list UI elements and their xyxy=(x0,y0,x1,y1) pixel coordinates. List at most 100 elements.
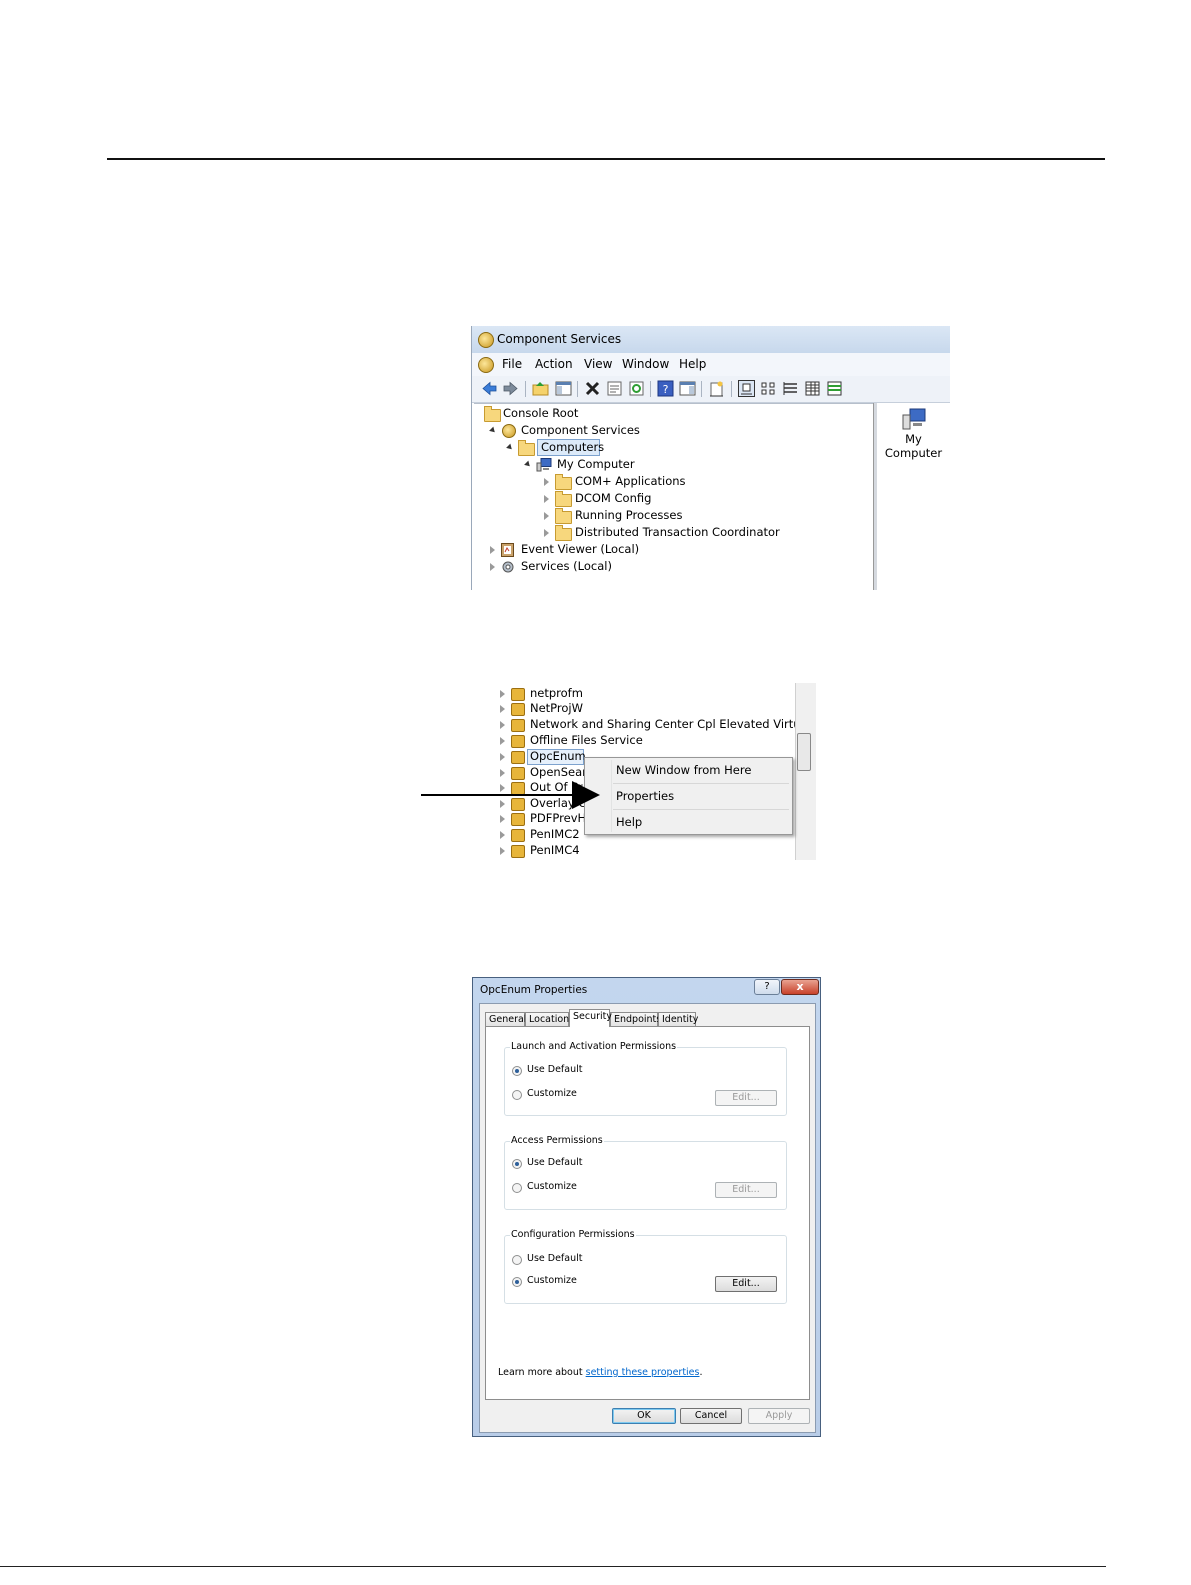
group-title: Access Permissions xyxy=(510,1135,604,1146)
vertical-scrollbar[interactable] xyxy=(795,683,816,860)
collapse-arrow-icon[interactable] xyxy=(524,460,532,469)
component-services-icon xyxy=(478,332,494,348)
component-services-window: Component Services File Action View Wind… xyxy=(471,326,950,590)
menu-help[interactable]: Help xyxy=(679,353,706,376)
component-icon xyxy=(511,767,525,780)
customize-radio[interactable] xyxy=(512,1183,522,1193)
expand-arrow-icon[interactable] xyxy=(500,847,505,855)
component-icon xyxy=(511,751,525,764)
use-default-radio[interactable] xyxy=(512,1159,522,1169)
component-icon xyxy=(511,829,525,842)
component-icon xyxy=(511,735,525,748)
system-menu-icon[interactable] xyxy=(478,357,494,373)
menu-item-properties[interactable]: Properties xyxy=(616,787,674,805)
small-icons-view-icon[interactable] xyxy=(760,380,777,397)
tab-general[interactable]: General xyxy=(485,1012,526,1026)
customize-radio[interactable] xyxy=(512,1090,522,1100)
toolbar-separator xyxy=(731,381,732,397)
menu-item-help[interactable]: Help xyxy=(616,813,642,831)
toolbar-separator xyxy=(577,381,578,397)
show-action-pane-icon[interactable] xyxy=(679,380,696,397)
expand-arrow-icon[interactable] xyxy=(500,831,505,839)
use-default-radio[interactable] xyxy=(512,1255,522,1265)
radio-label: Use Default xyxy=(527,1064,583,1075)
folder-icon xyxy=(555,508,572,524)
edit-button[interactable]: Edit... xyxy=(715,1276,777,1292)
component-icon xyxy=(511,703,525,716)
customize-radio[interactable] xyxy=(512,1277,522,1287)
list-view-icon[interactable] xyxy=(782,380,799,397)
expand-arrow-icon[interactable] xyxy=(500,705,505,713)
toolbar-separator xyxy=(701,381,702,397)
use-default-radio[interactable] xyxy=(512,1066,522,1076)
expand-arrow-icon[interactable] xyxy=(500,784,505,792)
expand-arrow-icon[interactable] xyxy=(500,815,505,823)
edit-button[interactable]: Edit... xyxy=(715,1090,777,1106)
new-window-icon[interactable] xyxy=(708,380,725,397)
menu-window[interactable]: Window xyxy=(622,353,669,376)
learn-more-link[interactable]: setting these properties xyxy=(586,1367,700,1378)
expand-arrow-icon[interactable] xyxy=(500,769,505,777)
expand-arrow-icon[interactable] xyxy=(544,512,549,520)
window-title-bar[interactable]: Component Services xyxy=(472,326,950,353)
tab-endpoints[interactable]: Endpoints xyxy=(610,1012,661,1026)
tab-identity[interactable]: Identity xyxy=(658,1012,698,1026)
security-tab-panel: Launch and Activation Permissions Use De… xyxy=(485,1026,810,1400)
expand-arrow-icon[interactable] xyxy=(544,529,549,537)
back-arrow-icon[interactable] xyxy=(481,380,498,397)
menu-file[interactable]: File xyxy=(502,353,522,376)
show-hide-console-tree-icon[interactable] xyxy=(555,380,572,397)
dialog-title: OpcEnum Properties xyxy=(480,984,588,996)
expand-arrow-icon[interactable] xyxy=(544,495,549,503)
properties-icon[interactable] xyxy=(606,380,623,397)
menu-item-new-window-from-here[interactable]: New Window from Here xyxy=(616,761,751,779)
large-icons-view-icon[interactable] xyxy=(738,380,755,397)
collapse-arrow-icon[interactable] xyxy=(489,426,497,435)
component-services-icon xyxy=(502,424,516,438)
services-gear-icon xyxy=(502,561,514,573)
help-button[interactable]: ? xyxy=(754,979,780,995)
refresh-icon[interactable] xyxy=(628,380,645,397)
cancel-button[interactable]: Cancel xyxy=(680,1408,742,1424)
launch-activation-group: Launch and Activation Permissions Use De… xyxy=(504,1041,787,1116)
forward-arrow-icon[interactable] xyxy=(502,380,519,397)
radio-label: Customize xyxy=(527,1181,577,1192)
toolbar: ? xyxy=(472,376,950,403)
expand-arrow-icon[interactable] xyxy=(500,690,505,698)
results-item-my-computer[interactable]: My Computer xyxy=(877,407,950,460)
scrollbar-thumb[interactable] xyxy=(797,733,811,771)
tab-location[interactable]: Location xyxy=(525,1012,569,1026)
folder-icon xyxy=(484,406,501,422)
edit-button[interactable]: Edit... xyxy=(715,1182,777,1198)
svg-text:?: ? xyxy=(663,383,669,396)
up-folder-icon[interactable] xyxy=(532,380,549,397)
tab-security[interactable]: Security xyxy=(569,1009,612,1027)
expand-arrow-icon[interactable] xyxy=(490,563,495,571)
expand-arrow-icon[interactable] xyxy=(500,721,505,729)
menu-separator xyxy=(613,809,789,810)
menu-bar: File Action View Window Help xyxy=(472,353,950,377)
apply-button[interactable]: Apply xyxy=(748,1408,810,1424)
menu-action[interactable]: Action xyxy=(535,353,573,376)
status-view-icon[interactable] xyxy=(826,380,843,397)
expand-arrow-icon[interactable] xyxy=(544,478,549,486)
folder-icon xyxy=(555,474,572,490)
close-button[interactable]: x xyxy=(781,979,819,995)
ok-button[interactable]: OK xyxy=(612,1408,676,1424)
detail-view-icon[interactable] xyxy=(804,380,821,397)
toolbar-separator xyxy=(525,381,526,397)
menu-view[interactable]: View xyxy=(584,353,612,376)
expand-arrow-icon[interactable] xyxy=(500,753,505,761)
component-icon xyxy=(511,798,525,811)
expand-arrow-icon[interactable] xyxy=(500,800,505,808)
radio-label: Customize xyxy=(527,1275,577,1286)
collapse-arrow-icon[interactable] xyxy=(506,443,514,452)
delete-icon[interactable] xyxy=(584,380,601,397)
expand-arrow-icon[interactable] xyxy=(490,546,495,554)
menu-gutter xyxy=(611,760,612,832)
group-title: Launch and Activation Permissions xyxy=(510,1041,678,1052)
results-pane: My Computer xyxy=(877,403,950,590)
expand-arrow-icon[interactable] xyxy=(500,737,505,745)
footer-rule xyxy=(0,1566,1106,1567)
help-icon[interactable]: ? xyxy=(657,380,674,397)
